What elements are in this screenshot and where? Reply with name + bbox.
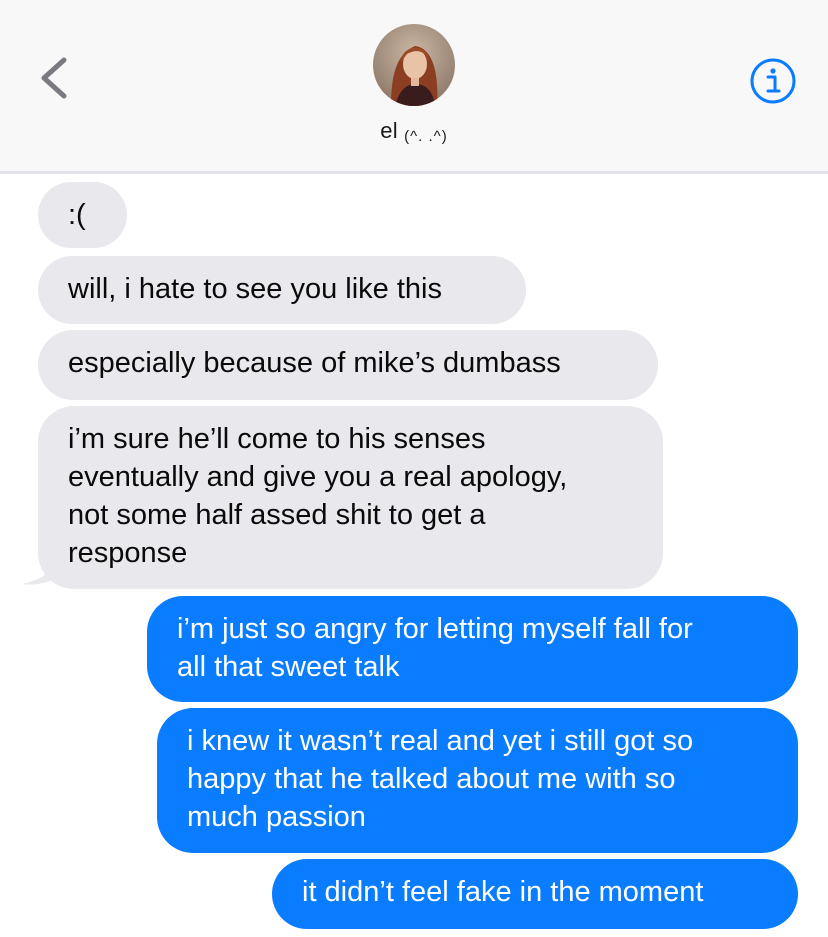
contact-name-label[interactable]: el (^. .^) bbox=[0, 118, 828, 145]
message-text-line: happy that he talked about me with so bbox=[187, 763, 676, 795]
back-button[interactable] bbox=[34, 52, 78, 104]
contact-kaomoji: (^. .^) bbox=[404, 128, 448, 145]
message-text-line: i’m just so angry for letting myself fal… bbox=[177, 613, 693, 645]
message-text: it didn’t feel fake in the moment bbox=[302, 876, 704, 908]
message-text-line: response bbox=[68, 537, 188, 569]
message-bubble-outgoing[interactable]: i’m just so angry for letting myself fal… bbox=[147, 596, 798, 702]
message-text-line: all that sweet talk bbox=[177, 651, 400, 683]
conversation-header: el (^. .^) bbox=[0, 0, 828, 174]
message-bubble-outgoing[interactable]: it didn’t feel fake in the moment bbox=[272, 859, 798, 929]
message-bubble-incoming[interactable]: especially because of mike’s dumbass bbox=[38, 330, 658, 400]
message-text-line: much passion bbox=[187, 801, 366, 833]
chevron-left-icon bbox=[41, 57, 67, 99]
message-text: will, i hate to see you like this bbox=[68, 273, 442, 305]
avatar-photo bbox=[373, 24, 455, 106]
info-icon bbox=[750, 58, 796, 104]
message-text-line: not some half assed shit to get a bbox=[68, 499, 486, 531]
message-bubble-outgoing[interactable]: i knew it wasn’t real and yet i still go… bbox=[157, 708, 798, 853]
message-bubble-incoming[interactable]: will, i hate to see you like this bbox=[38, 256, 526, 324]
contact-avatar[interactable] bbox=[373, 24, 455, 106]
message-text-line: eventually and give you a real apology, bbox=[68, 461, 568, 493]
message-text-line: i’m sure he’ll come to his senses bbox=[68, 423, 486, 455]
message-text: especially because of mike’s dumbass bbox=[68, 347, 561, 379]
info-button[interactable] bbox=[748, 56, 798, 106]
contact-name: el bbox=[380, 118, 398, 143]
message-text-line: i knew it wasn’t real and yet i still go… bbox=[187, 725, 694, 757]
message-thread[interactable]: :( will, i hate to see you like this esp… bbox=[0, 174, 828, 937]
message-bubble-incoming[interactable]: i’m sure he’ll come to his senses eventu… bbox=[38, 406, 663, 589]
message-text: :( bbox=[68, 199, 86, 231]
message-bubble-incoming[interactable]: :( bbox=[38, 182, 127, 248]
